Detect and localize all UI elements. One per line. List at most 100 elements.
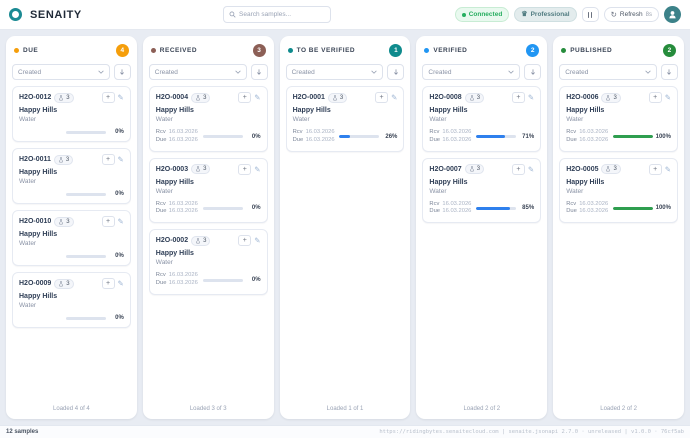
sample-card[interactable]: H2O-0003 3 +✎ Happy Hills Water Rcv16.03… bbox=[149, 158, 268, 224]
sort-direction-button[interactable] bbox=[251, 64, 268, 80]
sample-type: Water bbox=[429, 188, 534, 195]
analyses-count: 3 bbox=[203, 95, 206, 101]
sort-arrow-icon bbox=[665, 68, 673, 76]
sample-id-link[interactable]: H2O-0002 bbox=[156, 237, 188, 244]
edit-icon[interactable]: ✎ bbox=[665, 165, 671, 174]
client-name: Happy Hills bbox=[566, 179, 671, 186]
search-input[interactable] bbox=[239, 11, 325, 18]
analyses-count-badge: 3 bbox=[54, 279, 73, 289]
flask-icon bbox=[58, 281, 64, 287]
add-button[interactable]: + bbox=[102, 154, 115, 165]
received-date: 16.03.2026 bbox=[442, 201, 471, 209]
edit-icon[interactable]: ✎ bbox=[528, 93, 534, 102]
column-toolbar: Created bbox=[286, 64, 405, 80]
sort-field-select[interactable]: Created bbox=[559, 64, 657, 80]
card-list: H2O-0004 3 +✎ Happy Hills Water Rcv16.03… bbox=[149, 86, 268, 401]
flask-icon bbox=[605, 95, 611, 101]
edit-icon[interactable]: ✎ bbox=[118, 155, 124, 164]
due-date: 16.03.2026 bbox=[169, 137, 198, 145]
add-button[interactable]: + bbox=[375, 92, 388, 103]
edit-icon[interactable]: ✎ bbox=[118, 217, 124, 226]
edit-icon[interactable]: ✎ bbox=[254, 165, 260, 174]
sample-card[interactable]: H2O-0004 3 +✎ Happy Hills Water Rcv16.03… bbox=[149, 86, 268, 152]
add-button[interactable]: + bbox=[649, 92, 662, 103]
edit-icon[interactable]: ✎ bbox=[118, 93, 124, 102]
sample-card[interactable]: H2O-0001 3 +✎ Happy Hills Water Rcv16.03… bbox=[286, 86, 405, 152]
received-date: 16.03.2026 bbox=[442, 129, 471, 137]
analyses-count-badge: 3 bbox=[328, 93, 347, 103]
sort-direction-button[interactable] bbox=[661, 64, 678, 80]
progress-bar bbox=[66, 131, 106, 134]
sample-card[interactable]: H2O-0002 3 +✎ Happy Hills Water Rcv16.03… bbox=[149, 229, 268, 295]
sample-card[interactable]: H2O-0012 3 +✎ Happy Hills Water 0% bbox=[12, 86, 131, 142]
sample-id-link[interactable]: H2O-0001 bbox=[293, 94, 325, 101]
user-avatar[interactable] bbox=[664, 6, 681, 23]
flask-icon bbox=[469, 95, 475, 101]
sort-field-select[interactable]: Created bbox=[149, 64, 247, 80]
sample-id-link[interactable]: H2O-0010 bbox=[19, 218, 51, 225]
sample-id-link[interactable]: H2O-0007 bbox=[429, 166, 461, 173]
pause-icon bbox=[588, 12, 590, 18]
search-box[interactable] bbox=[223, 6, 331, 23]
edit-icon[interactable]: ✎ bbox=[391, 93, 397, 102]
sort-arrow-icon bbox=[118, 68, 126, 76]
sample-id-link[interactable]: H2O-0005 bbox=[566, 166, 598, 173]
sample-id-link[interactable]: H2O-0006 bbox=[566, 94, 598, 101]
analyses-count-badge: 3 bbox=[54, 93, 73, 103]
progress-percent: 0% bbox=[109, 191, 124, 197]
sample-id-link[interactable]: H2O-0004 bbox=[156, 94, 188, 101]
sample-id-link[interactable]: H2O-0008 bbox=[429, 94, 461, 101]
sample-card[interactable]: H2O-0007 3 +✎ Happy Hills Water Rcv16.03… bbox=[422, 158, 541, 224]
sample-card[interactable]: H2O-0005 3 +✎ Happy Hills Water Rcv16.03… bbox=[559, 158, 678, 224]
add-button[interactable]: + bbox=[102, 92, 115, 103]
sample-id-link[interactable]: H2O-0003 bbox=[156, 166, 188, 173]
system-info: https://ridingbytes.senaitecloud.com | s… bbox=[379, 429, 684, 435]
add-button[interactable]: + bbox=[102, 216, 115, 227]
add-button[interactable]: + bbox=[238, 164, 251, 175]
chevron-down-icon bbox=[645, 70, 651, 74]
sort-field-select[interactable]: Created bbox=[12, 64, 110, 80]
add-button[interactable]: + bbox=[238, 92, 251, 103]
sample-id-link[interactable]: H2O-0012 bbox=[19, 94, 51, 101]
client-name: Happy Hills bbox=[19, 107, 124, 114]
sort-direction-button[interactable] bbox=[114, 64, 131, 80]
sort-direction-button[interactable] bbox=[524, 64, 541, 80]
analyses-count: 3 bbox=[477, 95, 480, 101]
sample-card[interactable]: H2O-0009 3 +✎ Happy Hills Water 0% bbox=[12, 272, 131, 328]
add-button[interactable]: + bbox=[512, 92, 525, 103]
status-dot-icon bbox=[561, 48, 566, 53]
due-date: 16.03.2026 bbox=[442, 208, 471, 216]
sample-dates: Rcv16.03.2026 Due16.03.2026 bbox=[156, 201, 198, 217]
add-button[interactable]: + bbox=[102, 278, 115, 289]
sample-id-link[interactable]: H2O-0009 bbox=[19, 280, 51, 287]
sample-dates: Rcv16.03.2026 Due16.03.2026 bbox=[156, 129, 198, 145]
sample-card[interactable]: H2O-0010 3 +✎ Happy Hills Water 0% bbox=[12, 210, 131, 266]
sort-field-select[interactable]: Created bbox=[422, 64, 520, 80]
pause-refresh-button[interactable] bbox=[582, 7, 599, 22]
chevron-down-icon bbox=[508, 70, 514, 74]
add-button[interactable]: + bbox=[649, 164, 662, 175]
edit-icon[interactable]: ✎ bbox=[528, 165, 534, 174]
sort-field-select[interactable]: Created bbox=[286, 64, 384, 80]
add-button[interactable]: + bbox=[238, 235, 251, 246]
refresh-button[interactable]: ↻ Refresh 8s bbox=[604, 7, 659, 22]
sample-card[interactable]: H2O-0008 3 +✎ Happy Hills Water Rcv16.03… bbox=[422, 86, 541, 152]
edit-icon[interactable]: ✎ bbox=[254, 236, 260, 245]
kanban-board: DUE 4 Created H2O-0012 3 +✎ Happy Hills … bbox=[0, 30, 690, 425]
analyses-count-badge: 3 bbox=[601, 164, 620, 174]
sample-dates: Rcv16.03.2026 Due16.03.2026 bbox=[156, 272, 198, 288]
flask-icon bbox=[469, 166, 475, 172]
analyses-count-badge: 3 bbox=[191, 93, 210, 103]
sample-id-link[interactable]: H2O-0011 bbox=[19, 156, 51, 163]
analyses-count-badge: 3 bbox=[465, 93, 484, 103]
edit-icon[interactable]: ✎ bbox=[254, 93, 260, 102]
edit-icon[interactable]: ✎ bbox=[665, 93, 671, 102]
sort-arrow-icon bbox=[255, 68, 263, 76]
add-button[interactable]: + bbox=[512, 164, 525, 175]
sample-card[interactable]: H2O-0011 3 +✎ Happy Hills Water 0% bbox=[12, 148, 131, 204]
sample-card[interactable]: H2O-0006 3 +✎ Happy Hills Water Rcv16.03… bbox=[559, 86, 678, 152]
edit-icon[interactable]: ✎ bbox=[118, 279, 124, 288]
progress-bar bbox=[339, 135, 379, 138]
progress-percent: 0% bbox=[246, 205, 261, 211]
sort-direction-button[interactable] bbox=[387, 64, 404, 80]
